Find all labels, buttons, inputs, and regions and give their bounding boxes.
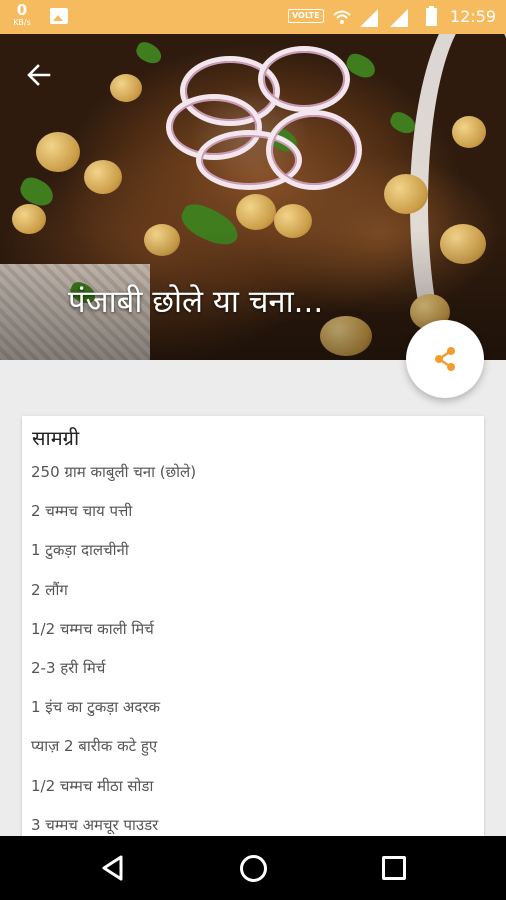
network-speed-unit: KB/s: [13, 18, 31, 27]
share-button[interactable]: [406, 320, 484, 398]
ingredients-heading: सामग्री: [32, 426, 80, 450]
battery-icon: [426, 6, 437, 26]
network-speed: 0 KB/s: [8, 3, 36, 27]
ingredient-item: 1/2 चम्मच काली मिर्च: [31, 619, 154, 638]
chickpea: [84, 160, 122, 194]
status-bar: 0 KB/s VOLTE 12:59: [0, 0, 506, 34]
ingredient-item: 1 इंच का टुकड़ा अदरक: [31, 698, 160, 717]
ingredient-item: 2-3 हरी मिर्च: [31, 658, 106, 677]
volte-badge: VOLTE: [288, 9, 324, 23]
chickpea: [384, 174, 428, 214]
system-navigation-bar: [0, 836, 506, 900]
ingredients-card: सामग्री 250 ग्राम काबुली चना (छोले) 2 चम…: [22, 416, 484, 836]
chickpea: [36, 132, 80, 172]
chickpea: [452, 116, 486, 148]
ingredient-item: 1/2 चम्मच मीठा सोडा: [31, 776, 154, 795]
circle-home-icon[interactable]: [240, 855, 267, 882]
chickpea: [236, 194, 276, 230]
chickpea: [110, 74, 142, 102]
wifi-icon: [333, 10, 351, 24]
ingredient-item: प्याज़ 2 बारीक कटे हुए: [31, 737, 158, 756]
onion-ring: [266, 110, 362, 190]
recipe-title: पंजाबी छोले या चना...: [68, 284, 324, 320]
ingredient-item: 250 ग्राम काबुली चना (छोले): [31, 463, 197, 481]
triangle-back-icon[interactable]: [101, 855, 125, 881]
ingredient-item: 1 टुकड़ा दालचीनी: [31, 541, 129, 560]
signal-icon-2: [390, 9, 408, 27]
onion-ring: [258, 46, 350, 112]
clock: 12:59: [450, 7, 497, 26]
square-recents-icon[interactable]: [382, 856, 406, 880]
ingredient-item: 2 लौंग: [31, 580, 68, 599]
arrow-left-icon: [27, 64, 51, 86]
ingredients-list: 250 ग्राम काबुली चना (छोले) 2 चम्मच चाय …: [31, 462, 471, 836]
network-speed-value: 0: [16, 1, 28, 19]
ingredient-item: 2 चम्मच चाय पत्ती: [31, 502, 133, 521]
ingredient-item: 3 चम्मच अमचूर पाउडर: [31, 815, 159, 834]
back-button[interactable]: [22, 58, 56, 92]
image-notification-icon: [50, 8, 68, 24]
signal-icon: [360, 9, 378, 27]
share-icon: [435, 347, 455, 371]
coriander-leaf: [133, 39, 165, 67]
